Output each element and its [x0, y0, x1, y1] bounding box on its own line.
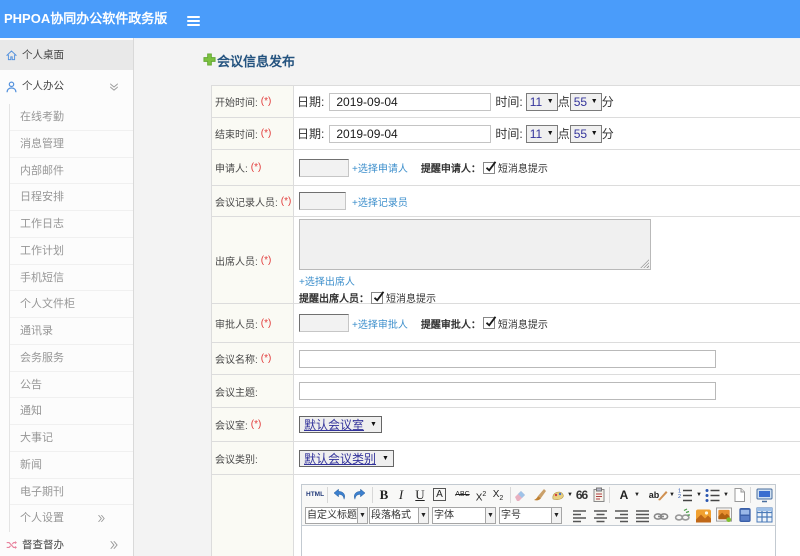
svg-text:2: 2	[678, 494, 681, 500]
